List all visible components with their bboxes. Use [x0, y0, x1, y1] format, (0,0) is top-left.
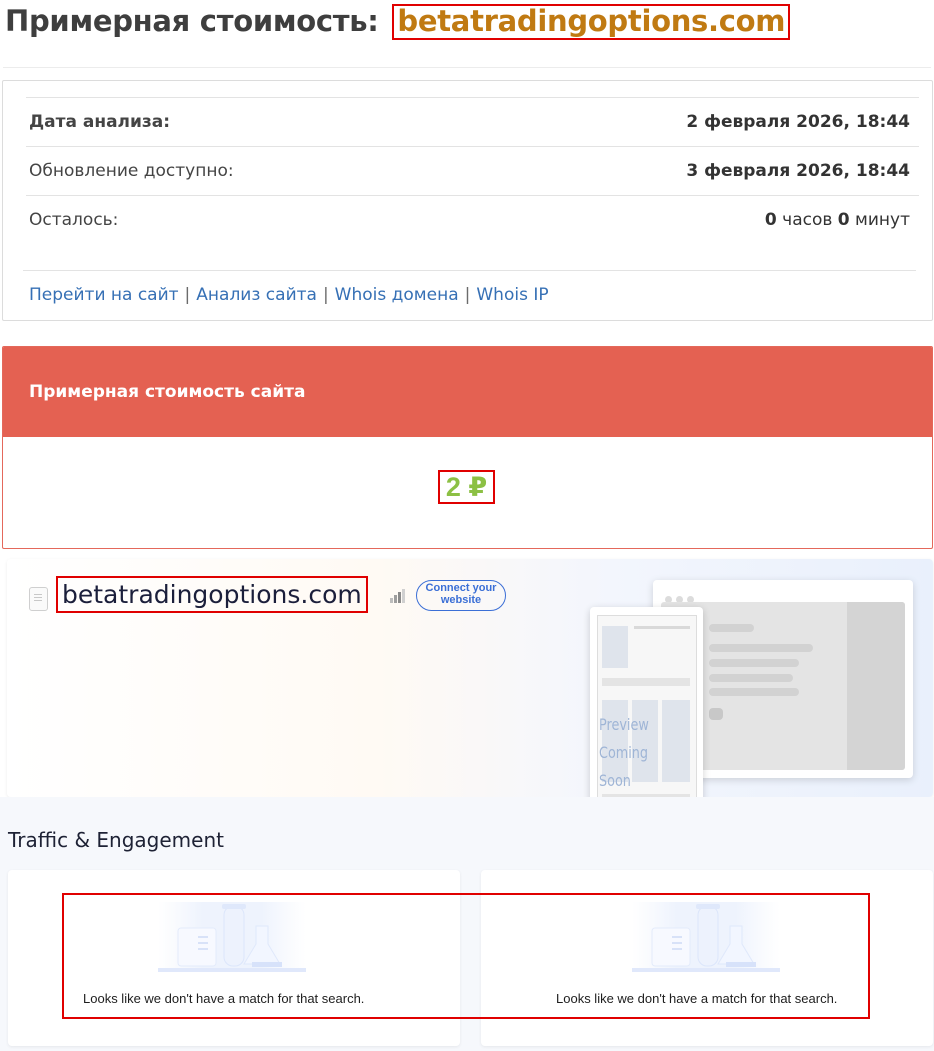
- site-domain-name: betatradingoptions.com: [56, 576, 368, 613]
- analysis-date-row: Дата анализа: 2 февраля 2026, 18:44: [26, 97, 919, 146]
- link-separator: |: [322, 285, 329, 305]
- update-available-row: Обновление доступно: 3 февраля 2026, 18:…: [26, 146, 919, 195]
- remaining-value: 0 часов 0 минут: [765, 196, 910, 244]
- remaining-minutes-unit: минут: [855, 210, 910, 230]
- whois-ip-link[interactable]: Whois IP: [476, 285, 548, 305]
- link-separator: |: [464, 285, 471, 305]
- remaining-row: Осталось: 0 часов 0 минут: [26, 195, 919, 244]
- site-cost-header: Примерная стоимость сайта: [3, 347, 932, 437]
- whois-domain-link[interactable]: Whois домена: [335, 285, 459, 305]
- update-available-label: Обновление доступно:: [29, 161, 234, 181]
- highlight-box: [62, 893, 870, 1019]
- update-available-value: 3 февраля 2026, 18:44: [686, 161, 910, 181]
- remaining-hours: 0: [764, 210, 777, 230]
- mobile-preview-mock: Preview Coming Soon: [590, 607, 703, 818]
- page-icon: [29, 587, 48, 611]
- divider: [3, 67, 931, 68]
- site-cost-card: Примерная стоимость сайта 2 ₽: [2, 346, 933, 549]
- goto-site-link[interactable]: Перейти на сайт: [29, 285, 179, 305]
- analysis-date-label: Дата анализа:: [29, 112, 171, 132]
- page-title: Примерная стоимость: betatradingoptions.…: [5, 2, 791, 40]
- remaining-minutes: 0: [837, 210, 850, 230]
- traffic-section-title: Traffic & Engagement: [8, 828, 224, 852]
- site-analysis-link[interactable]: Анализ сайта: [196, 285, 317, 305]
- remaining-hours-unit: часов: [782, 210, 833, 230]
- page-title-domain: betatradingoptions.com: [392, 4, 791, 40]
- site-cost-header-text: Примерная стоимость сайта: [29, 382, 306, 402]
- divider: [23, 270, 916, 271]
- signal-bars-icon: [390, 589, 405, 603]
- preview-coming-soon: Preview Coming Soon: [599, 715, 649, 790]
- connect-website-button[interactable]: Connect your website: [416, 580, 506, 611]
- site-cost-value: 2 ₽: [438, 470, 495, 504]
- page-title-prefix: Примерная стоимость:: [5, 4, 379, 38]
- link-separator: |: [184, 285, 191, 305]
- site-links: Перейти на сайт | Анализ сайта | Whois домен…: [29, 285, 549, 305]
- analysis-date-value: 2 февраля 2026, 18:44: [686, 112, 910, 132]
- remaining-label: Осталось:: [29, 210, 119, 230]
